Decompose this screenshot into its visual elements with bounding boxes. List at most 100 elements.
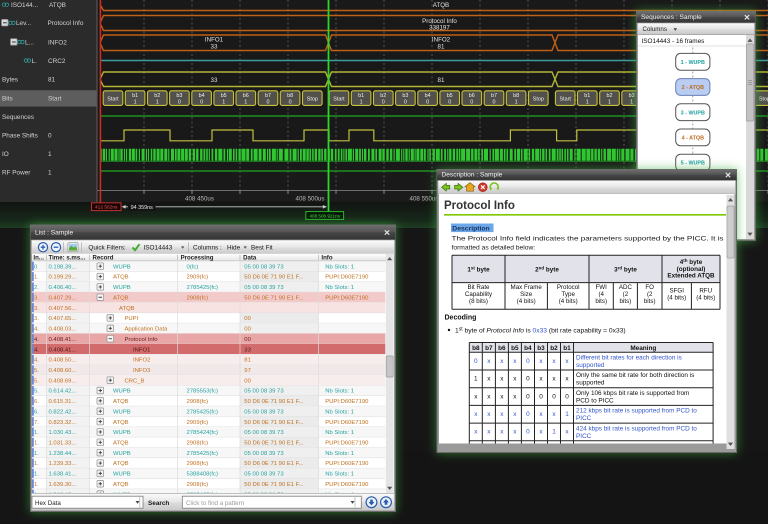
- svg-text:ATQB: ATQB: [49, 2, 66, 9]
- svg-text:Only the same bit rate for bot: Only the same bit rate for both directio…: [576, 372, 694, 379]
- svg-text:The Protocol Info field indica: The Protocol Info field indicates the pa…: [452, 236, 725, 243]
- svg-text:0: 0: [526, 429, 530, 436]
- svg-text:212 kbps bit rate is supported: 212 kbps bit rate is supported from PCD …: [576, 408, 697, 415]
- svg-text:Protocol Info: Protocol Info: [48, 20, 84, 27]
- svg-text:4.: 4.: [34, 347, 39, 353]
- svg-text:0: 0: [552, 393, 556, 400]
- svg-text:b6: b6: [469, 93, 475, 99]
- svg-text:408 500us: 408 500us: [296, 196, 325, 203]
- svg-text:CRC_B: CRC_B: [125, 378, 145, 384]
- svg-text:Nb Slots: 1: Nb Slots: 1: [325, 285, 354, 291]
- svg-text:00: 00: [244, 316, 251, 322]
- svg-text:Meaning: Meaning: [630, 345, 656, 352]
- svg-text:Search: Search: [148, 500, 169, 507]
- svg-text:IO: IO: [2, 151, 9, 158]
- svg-text:7.: 7.: [34, 420, 39, 426]
- svg-text:b7: b7: [265, 93, 271, 99]
- svg-text:3.: 3.: [34, 316, 39, 322]
- svg-text:33: 33: [211, 43, 218, 50]
- svg-text:3.: 3.: [34, 306, 39, 312]
- svg-text:1: 1: [244, 100, 247, 106]
- svg-text:0.408.41...: 0.408.41...: [49, 337, 77, 343]
- svg-text:1.: 1.: [34, 441, 39, 447]
- svg-text:bits): bits): [644, 298, 656, 305]
- svg-text:ATQB: ATQB: [433, 2, 449, 9]
- svg-text:b5: b5: [511, 345, 519, 352]
- svg-text:Hide: Hide: [227, 245, 241, 252]
- svg-text:2909(fc): 2909(fc): [187, 420, 209, 426]
- svg-text:ATQB: ATQB: [113, 399, 129, 405]
- svg-text:5.: 5.: [34, 389, 39, 395]
- svg-text:INFO1: INFO1: [133, 347, 150, 353]
- svg-text:b5: b5: [447, 93, 453, 99]
- svg-text:PUPI:D60E7190: PUPI:D60E7190: [325, 441, 369, 447]
- svg-text:2785425(fc): 2785425(fc): [187, 285, 218, 291]
- svg-text:33: 33: [244, 347, 251, 353]
- svg-text:6.: 6.: [34, 409, 39, 415]
- svg-text:0: 0: [526, 411, 530, 418]
- svg-text:5.: 5.: [34, 368, 39, 374]
- svg-text:2908(fc): 2908(fc): [187, 461, 209, 467]
- svg-text:05 00 08 39 73: 05 00 08 39 73: [244, 285, 284, 291]
- svg-text:b3: b3: [176, 93, 182, 99]
- svg-text:1.238.44...: 1.238.44...: [49, 451, 77, 457]
- svg-text:0.615.31...: 0.615.31...: [49, 399, 77, 405]
- svg-text:0.823.32...: 0.823.32...: [49, 420, 77, 426]
- svg-text:b7: b7: [491, 93, 497, 99]
- svg-text:2785424(fc): 2785424(fc): [187, 430, 218, 436]
- svg-text:1.030.43...: 1.030.43...: [49, 430, 77, 436]
- svg-text:Info: Info: [321, 254, 332, 261]
- svg-text:PUPI:D60E7190: PUPI:D60E7190: [325, 420, 369, 426]
- svg-text:05 00 08 39 73: 05 00 08 39 73: [244, 389, 284, 395]
- svg-text:formatted as detailed below:: formatted as detailed below:: [452, 245, 536, 252]
- svg-text:1.: 1.: [34, 430, 39, 436]
- svg-text:Protocol Info: Protocol Info: [444, 200, 515, 212]
- svg-text:05 00 08 39 73: 05 00 08 39 73: [244, 451, 284, 457]
- svg-text:0: 0: [526, 376, 530, 383]
- svg-text:(8 bits): (8 bits): [469, 298, 488, 305]
- svg-text:1.: 1.: [34, 482, 39, 488]
- svg-text:Decoding: Decoding: [445, 315, 477, 322]
- svg-text:Nb Slots: 1: Nb Slots: 1: [325, 389, 354, 395]
- svg-text:0: 0: [404, 100, 407, 106]
- svg-text:Sequences : Sample: Sequences : Sample: [641, 14, 702, 21]
- svg-text:b6: b6: [498, 345, 506, 352]
- svg-text:0: 0: [267, 100, 270, 106]
- svg-text:RF Power: RF Power: [2, 169, 31, 176]
- svg-text:50 D6 0E 71 90 E1 F...: 50 D6 0E 71 90 E1 F...: [244, 295, 304, 301]
- svg-text:1.639.30...: 1.639.30...: [49, 482, 77, 488]
- svg-text:ATQB: ATQB: [113, 275, 129, 281]
- svg-text:(4 bits): (4 bits): [696, 294, 715, 301]
- svg-text:0.408.60...: 0.408.60...: [49, 368, 77, 374]
- svg-text:PICC: PICC: [576, 433, 592, 440]
- svg-text:Start: Start: [48, 95, 62, 102]
- svg-text:Processing: Processing: [181, 254, 214, 261]
- svg-text:2909(fc): 2909(fc): [187, 275, 209, 281]
- svg-text:Stop: Stop: [533, 97, 544, 103]
- svg-text:94 359ns: 94 359ns: [131, 205, 153, 211]
- svg-text:0.614.42...: 0.614.42...: [49, 389, 77, 395]
- svg-text:0: 0: [289, 100, 292, 106]
- svg-text:05 00 08 39 73: 05 00 08 39 73: [244, 430, 284, 436]
- svg-text:Bytes: Bytes: [2, 76, 18, 83]
- svg-text:Only 106 kbps bit rate is supp: Only 106 kbps bit rate is supported from: [576, 390, 689, 397]
- svg-text:Lev...: Lev...: [16, 20, 31, 27]
- svg-text:Nb Slots: 1: Nb Slots: 1: [325, 430, 354, 436]
- svg-text:5.: 5.: [34, 378, 39, 384]
- svg-text:2908(fc): 2908(fc): [187, 441, 209, 447]
- svg-text:b2: b2: [380, 93, 386, 99]
- svg-text:b2: b2: [154, 93, 160, 99]
- svg-text:Start: Start: [107, 97, 119, 103]
- svg-text:Time: s.ms...: Time: s.ms...: [49, 254, 86, 261]
- svg-text:0: 0: [565, 393, 569, 400]
- svg-text:1: 1: [630, 100, 633, 106]
- svg-text:b1: b1: [563, 345, 571, 352]
- svg-text:b3: b3: [402, 93, 408, 99]
- svg-text:List : Sample: List : Sample: [35, 230, 73, 237]
- svg-text:b3: b3: [537, 345, 545, 352]
- svg-text:INFO2: INFO2: [133, 358, 150, 364]
- svg-text:b3: b3: [629, 93, 635, 99]
- svg-text:Nb Slots: 1: Nb Slots: 1: [325, 409, 354, 415]
- svg-text:2 - ATQB: 2 - ATQB: [682, 85, 705, 91]
- svg-text:50 D6 0E 71 90 E1 F...: 50 D6 0E 71 90 E1 F...: [244, 461, 304, 467]
